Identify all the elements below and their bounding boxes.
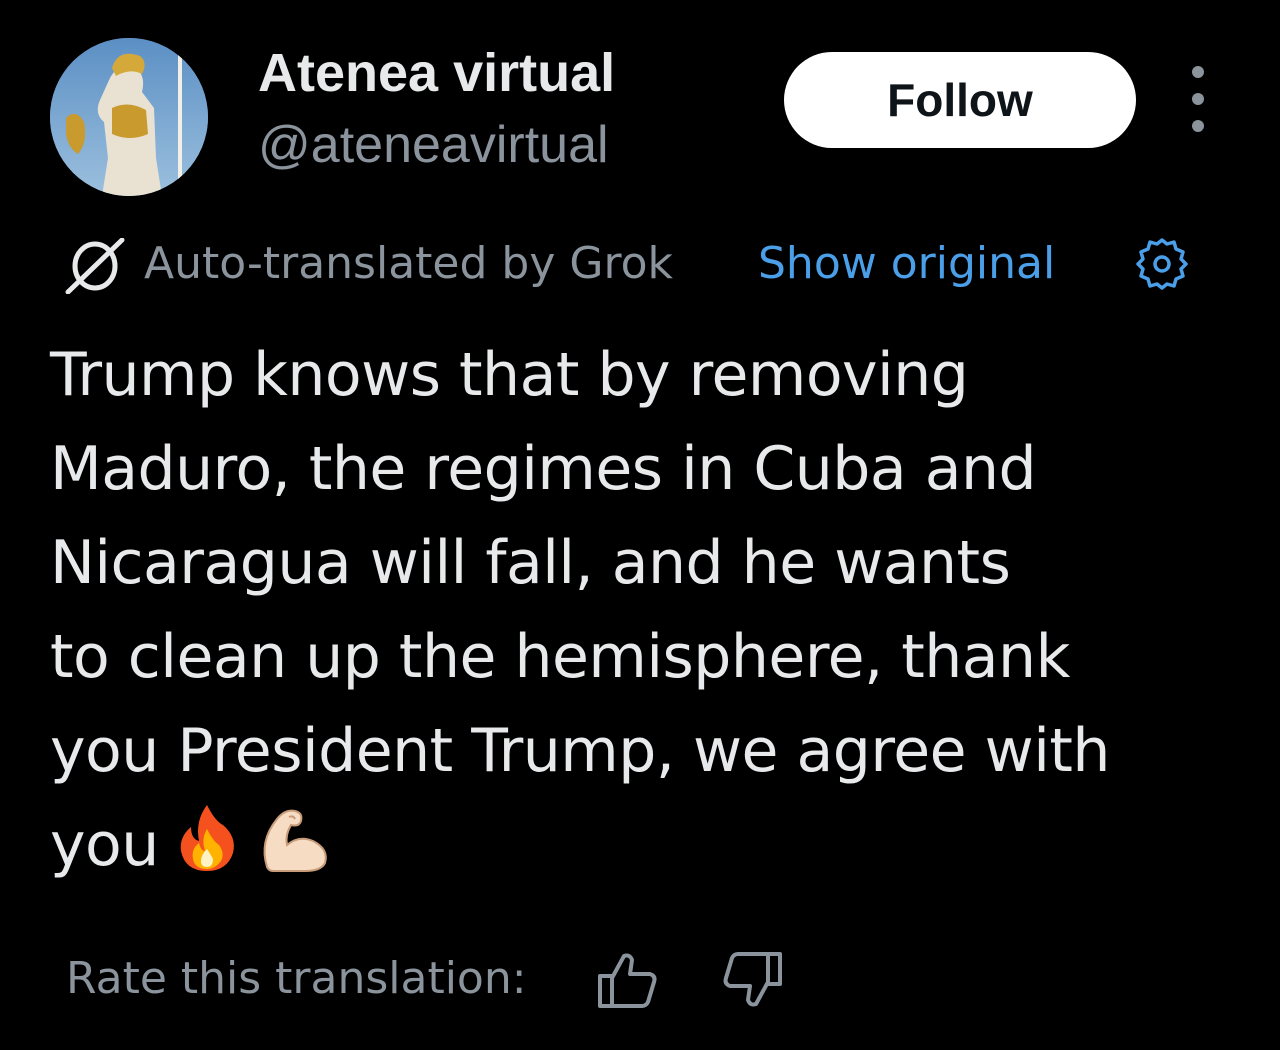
more-vertical-icon[interactable]	[1176, 66, 1220, 132]
post-text-line: Maduro, the regimes in Cuba and	[50, 434, 1037, 504]
post-text-line: to clean up the hemisphere, thank	[50, 622, 1070, 692]
author-display-name[interactable]: Atenea virtual	[258, 38, 615, 108]
thumbs-up-icon[interactable]	[596, 950, 658, 1010]
show-original-link[interactable]: Show original	[758, 232, 1055, 296]
flexed-biceps-emoji	[263, 809, 327, 872]
rate-translation-label: Rate this translation:	[66, 953, 527, 1004]
fire-emoji	[180, 805, 234, 871]
post-text-line: Nicaragua will fall, and he wants	[50, 528, 1011, 598]
post-text-line: you President Trump, we agree with	[50, 716, 1110, 786]
author-handle[interactable]: @ateneavirtual	[258, 110, 609, 180]
post-text: Trump knows that by removing Maduro, the…	[50, 328, 1250, 892]
thumbs-down-icon[interactable]	[722, 950, 784, 1010]
post-card: Atenea virtual @ateneavirtual Follow Aut…	[0, 0, 1280, 1050]
auto-translated-label: Auto-translated by Grok	[144, 238, 673, 289]
athena-statue-avatar-image	[50, 38, 208, 196]
more-dot	[1192, 93, 1204, 105]
rate-translation-bar: Rate this translation:	[66, 944, 866, 1014]
grok-icon	[65, 238, 125, 294]
more-dot	[1192, 66, 1204, 78]
post-text-line: you	[50, 810, 159, 880]
follow-button[interactable]: Follow	[784, 52, 1136, 148]
post-text-line: Trump knows that by removing	[50, 340, 969, 410]
more-dot	[1192, 120, 1204, 132]
avatar[interactable]	[50, 38, 208, 196]
gear-icon[interactable]	[1132, 234, 1192, 294]
translation-bar: Auto-translated by Grok Show original	[64, 232, 1214, 296]
post-text-last-line: you	[50, 798, 1250, 892]
